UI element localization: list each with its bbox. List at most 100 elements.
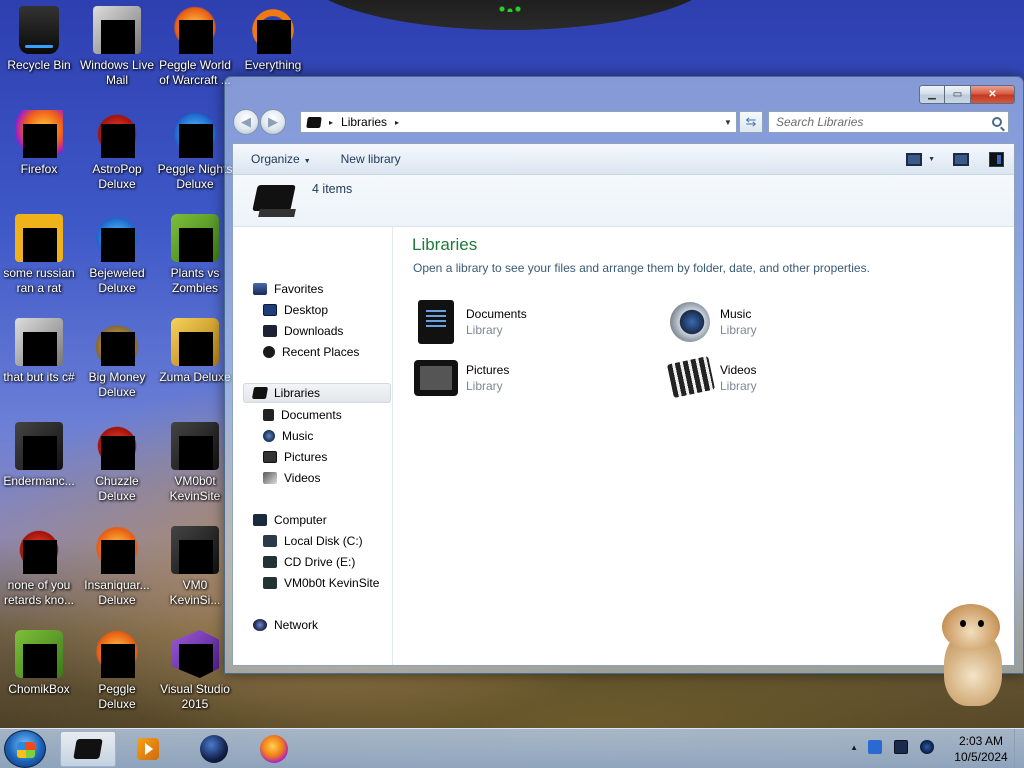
desktop-icon-plants-vs-zombies[interactable]: Plants vs Zombies bbox=[156, 214, 234, 296]
desktop-icon-insaniquarium[interactable]: Insaniquar... Deluxe bbox=[78, 526, 156, 608]
forward-button[interactable]: ▶ bbox=[260, 109, 286, 135]
nav-desktop[interactable]: Desktop bbox=[263, 300, 328, 320]
desktop-icon-everything[interactable]: Everything bbox=[234, 6, 312, 73]
desktop-icon-peggle[interactable]: Peggle Deluxe bbox=[78, 630, 156, 712]
app-icon bbox=[171, 422, 219, 470]
firefox-icon bbox=[260, 735, 288, 763]
address-dropdown-icon[interactable]: ▼ bbox=[720, 118, 736, 127]
volume-icon[interactable] bbox=[920, 740, 934, 754]
network-status-icon[interactable] bbox=[894, 740, 908, 754]
breadcrumb-libraries[interactable]: Libraries bbox=[341, 115, 387, 129]
app-icon bbox=[15, 422, 63, 470]
everything-icon bbox=[249, 6, 297, 54]
minimize-button[interactable]: ▁ bbox=[919, 85, 945, 104]
desktop-icon-recycle-bin[interactable]: Recycle Bin bbox=[0, 6, 78, 73]
content-area: Organize ▼ New library ▼ 4 items Favorite… bbox=[232, 143, 1015, 666]
organize-menu[interactable]: Organize ▼ bbox=[251, 152, 311, 166]
desktop-icon-peggle-wow[interactable]: Peggle World of Warcraft ... bbox=[156, 6, 234, 88]
top-gadget bbox=[300, 0, 720, 30]
tray-app-icon[interactable] bbox=[868, 740, 882, 754]
desktop-icon-astropop[interactable]: AstroPop Deluxe bbox=[78, 110, 156, 192]
taskbar-explorer-button[interactable] bbox=[60, 731, 116, 767]
nav-downloads[interactable]: Downloads bbox=[263, 321, 343, 341]
nav-network[interactable]: Network bbox=[253, 615, 318, 635]
nav-vm0b0t-kevinsite[interactable]: VM0b0t KevinSite bbox=[263, 573, 379, 593]
back-button[interactable]: ◀ bbox=[233, 109, 259, 135]
app-icon bbox=[15, 526, 63, 574]
nav-pictures[interactable]: Pictures bbox=[263, 447, 327, 467]
libraries-icon bbox=[251, 387, 269, 399]
library-view: Libraries Open a library to see your fil… bbox=[394, 227, 1014, 665]
start-button[interactable] bbox=[4, 730, 46, 768]
peggle-icon bbox=[93, 630, 141, 678]
clock[interactable]: 2:03 AM 10/5/2024 bbox=[946, 733, 1016, 765]
nav-recent-places[interactable]: Recent Places bbox=[263, 342, 359, 362]
hamster-desktop-pet[interactable] bbox=[936, 604, 1008, 708]
nav-libraries[interactable]: Libraries bbox=[243, 383, 391, 403]
search-icon[interactable] bbox=[992, 117, 1002, 127]
show-desktop-button[interactable] bbox=[1014, 729, 1024, 768]
nav-documents[interactable]: Documents bbox=[263, 405, 342, 425]
library-videos[interactable]: Videos Library bbox=[666, 354, 757, 402]
desktop-icon-bejeweled[interactable]: Bejeweled Deluxe bbox=[78, 214, 156, 296]
zuma-icon bbox=[171, 318, 219, 366]
desktop-icon-russian-rat[interactable]: some russian ran a rat bbox=[0, 214, 78, 296]
taskbar-browser-button[interactable] bbox=[186, 731, 242, 767]
clock-date: 10/5/2024 bbox=[954, 750, 1008, 764]
refresh-button[interactable]: ⇆ bbox=[739, 111, 763, 133]
library-documents[interactable]: Documents Library bbox=[412, 298, 527, 346]
nav-local-disk[interactable]: Local Disk (C:) bbox=[263, 531, 363, 551]
desktop-icon-firefox[interactable]: Firefox bbox=[0, 110, 78, 177]
desktop-icon-vm0-kevinsite[interactable]: VM0 KevinSi... bbox=[156, 526, 234, 608]
desktop-icon-chomikbox[interactable]: ChomikBox bbox=[0, 630, 78, 697]
desktop-icon-that-but-its-csharp[interactable]: that but its c# bbox=[0, 318, 78, 385]
preview-pane-icon[interactable] bbox=[953, 153, 969, 166]
chuzzle-icon bbox=[93, 422, 141, 470]
show-hidden-icons-button[interactable]: ▲ bbox=[850, 743, 858, 752]
maximize-button[interactable]: ▭ bbox=[945, 85, 971, 104]
breadcrumb-chevron-icon[interactable]: ▸ bbox=[395, 118, 399, 127]
computer-icon bbox=[253, 514, 267, 526]
desktop-icon-endermanc[interactable]: Endermanc... bbox=[0, 422, 78, 489]
view-options-dropdown-icon[interactable]: ▼ bbox=[928, 156, 935, 163]
breadcrumb-chevron-icon[interactable]: ▸ bbox=[329, 118, 333, 127]
nav-videos[interactable]: Videos bbox=[263, 468, 320, 488]
close-button[interactable]: ✕ bbox=[971, 85, 1015, 104]
nav-favorites[interactable]: Favorites bbox=[253, 279, 323, 299]
peggle-nights-icon bbox=[171, 110, 219, 158]
back-arrow-icon: ◀ bbox=[241, 114, 251, 129]
chomikbox-icon bbox=[15, 630, 63, 678]
title-bar[interactable]: ▁ ▭ ✕ bbox=[225, 77, 1023, 107]
desktop-icon-vm0b0t-kevinsite[interactable]: VM0b0t KevinSite bbox=[156, 422, 234, 504]
hard-disk-icon bbox=[263, 535, 277, 547]
address-bar[interactable]: ▸ Libraries ▸ ▼ bbox=[300, 111, 737, 133]
explorer-window[interactable]: ▁ ▭ ✕ ◀ ▶ ▸ Libraries ▸ ▼ ⇆ Search Libra… bbox=[224, 76, 1024, 674]
pictures-icon bbox=[263, 451, 277, 463]
nav-computer[interactable]: Computer bbox=[253, 510, 327, 530]
help-icon[interactable] bbox=[989, 152, 1004, 167]
downloads-icon bbox=[263, 325, 277, 337]
refresh-icon: ⇆ bbox=[745, 114, 757, 129]
desktop-icon-windows-live-mail[interactable]: Windows Live Mail bbox=[78, 6, 156, 88]
desktop-icon-big-money[interactable]: Big Money Deluxe bbox=[78, 318, 156, 400]
bejeweled-icon bbox=[93, 214, 141, 262]
nav-cd-drive[interactable]: CD Drive (E:) bbox=[263, 552, 355, 572]
nav-music[interactable]: Music bbox=[263, 426, 313, 446]
desktop-icon-peggle-nights[interactable]: Peggle Nights Deluxe bbox=[156, 110, 234, 192]
taskbar-firefox-button[interactable] bbox=[246, 731, 302, 767]
change-view-icon[interactable] bbox=[906, 153, 923, 166]
network-drive-icon bbox=[263, 577, 277, 589]
taskbar-media-player-button[interactable] bbox=[120, 731, 176, 767]
desktop-icon-zuma[interactable]: Zuma Deluxe bbox=[156, 318, 234, 385]
library-pictures[interactable]: Pictures Library bbox=[412, 354, 509, 402]
search-input[interactable]: Search Libraries bbox=[768, 111, 1009, 133]
library-music[interactable]: Music Library bbox=[666, 298, 757, 346]
desktop-icon-none-of-you[interactable]: none of you retards kno... bbox=[0, 526, 78, 608]
desktop-icon-chuzzle[interactable]: Chuzzle Deluxe bbox=[78, 422, 156, 504]
network-icon bbox=[253, 619, 267, 631]
documents-library-icon bbox=[412, 298, 460, 346]
desktop-icon-visual-studio[interactable]: Visual Studio 2015 bbox=[156, 630, 234, 712]
search-placeholder: Search Libraries bbox=[776, 115, 864, 129]
navigation-pane[interactable]: Favorites Desktop Downloads Recent Place… bbox=[233, 227, 393, 665]
new-library-button[interactable]: New library bbox=[341, 152, 401, 166]
